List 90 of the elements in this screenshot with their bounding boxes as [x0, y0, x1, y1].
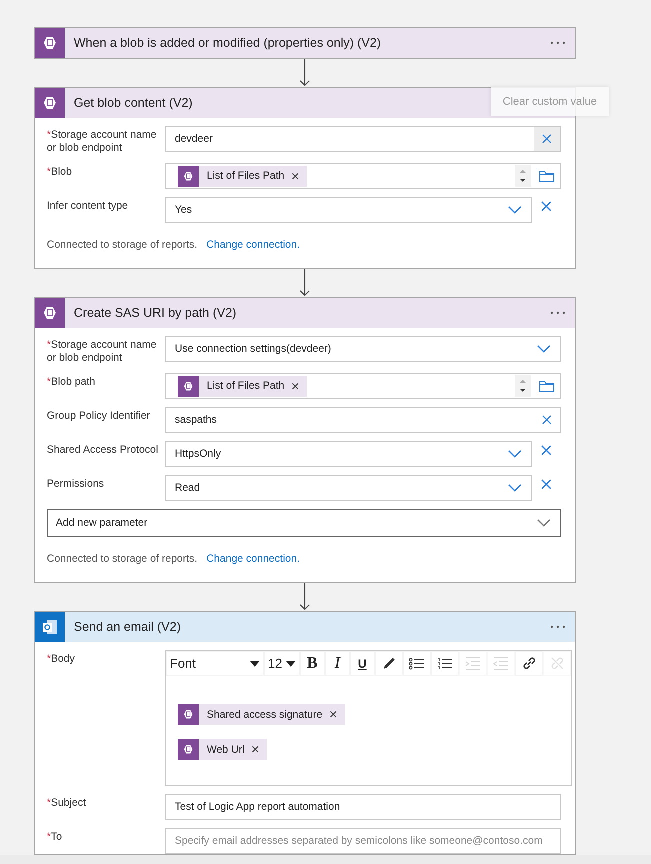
field-label: *Subject [47, 796, 88, 810]
chevron-icon [508, 450, 522, 458]
field-label: Shared Access Protocol [47, 443, 160, 457]
rich-text-editor[interactable]: Font 12 B I U Shared access signature Web Url [165, 650, 572, 786]
token-chip[interactable]: Shared access signature [178, 704, 345, 725]
token-field[interactable]: List of Files Path [165, 163, 561, 189]
field-label: *Storage account name or blob endpoint [47, 128, 158, 155]
add-parameter-dropdown[interactable]: Add new parameter [47, 509, 561, 537]
remove-icon[interactable] [330, 711, 337, 718]
numbers-button[interactable] [432, 652, 458, 675]
remove-icon[interactable] [292, 172, 299, 180]
token-field[interactable]: List of Files Path [165, 373, 561, 399]
text-field[interactable]: saspaths [165, 407, 561, 433]
field-label: Group Policy Identifier [47, 409, 152, 423]
flow-arrow [298, 59, 312, 87]
blob-icon [178, 739, 199, 760]
italic-button[interactable]: I [326, 652, 349, 675]
spinner-icon[interactable] [515, 165, 531, 187]
field-label: *Blob path [47, 375, 96, 389]
dropdown[interactable]: Use connection settings(devdeer) [165, 336, 561, 362]
clear-button[interactable] [534, 127, 560, 151]
bold-button[interactable]: B [301, 652, 324, 675]
clear-icon [542, 415, 552, 425]
numbered-list-icon [437, 656, 453, 670]
indent-icon [465, 656, 481, 670]
field-label: Infer content type [47, 199, 130, 213]
text-field[interactable]: devdeer [165, 126, 561, 152]
token-label: List of Files Path [207, 170, 285, 182]
blob-icon [178, 166, 199, 186]
clear-icon [541, 201, 552, 212]
unlink-icon [550, 656, 564, 671]
token-label: Shared access signature [207, 708, 323, 720]
clear-icon [542, 134, 552, 144]
field-label: *Body [47, 652, 76, 666]
folder-icon[interactable] [539, 380, 555, 392]
spinner-icon[interactable] [515, 375, 531, 397]
card-title: Send an email (V2) [73, 620, 182, 634]
caret-icon [250, 660, 260, 666]
change-connection-link[interactable]: Change connection. [206, 553, 300, 565]
chevron-icon [537, 345, 551, 353]
flow-arrow [298, 583, 312, 611]
chevron-icon [508, 484, 522, 492]
token-chip[interactable]: List of Files Path [178, 166, 307, 186]
more-icon[interactable] [550, 625, 566, 629]
link-icon [522, 656, 536, 671]
dropdown[interactable]: Read [165, 475, 532, 501]
chevron-icon [508, 206, 522, 214]
change-connection-link[interactable]: Change connection. [206, 239, 300, 251]
token-label: List of Files Path [207, 380, 285, 392]
folder-icon[interactable] [539, 170, 555, 182]
font-select[interactable]: Font [167, 652, 263, 675]
connection-text: Connected to storage of reports. [47, 553, 198, 565]
card-title: Get blob content (V2) [73, 96, 193, 110]
connection-text: Connected to storage of reports. [47, 239, 198, 251]
flow-arrow [298, 269, 312, 297]
remove-icon[interactable] [252, 746, 259, 753]
underline-button[interactable]: U [351, 652, 374, 675]
pen-icon [382, 656, 396, 671]
card-header[interactable]: Send an email (V2) [35, 612, 575, 642]
field-label: Permissions [47, 477, 106, 491]
blob-icon [178, 376, 199, 396]
clear-icon [541, 445, 552, 456]
token-chip[interactable]: Web Url [178, 739, 267, 760]
token-label: Web Url [207, 744, 245, 756]
more-icon[interactable] [550, 311, 566, 315]
card-header[interactable]: Create SAS URI by path (V2) [35, 298, 575, 328]
token-chip[interactable]: List of Files Path [178, 376, 307, 396]
field-label: *Blob [47, 165, 74, 179]
field-label: *Storage account name or blob endpoint [47, 338, 158, 365]
email-field[interactable]: Specify email addresses separated by semicolons like someone@contoso.com [165, 828, 561, 854]
text-field[interactable]: Test of Logic App report automation [165, 794, 561, 820]
more-icon[interactable] [550, 41, 566, 45]
card-title: When a blob is added or modified (properties only) (V2) [73, 36, 382, 50]
remove-icon[interactable] [292, 382, 299, 390]
size-select[interactable]: 12 [265, 652, 299, 675]
card-title: Create SAS URI by path (V2) [73, 306, 237, 320]
outdent-icon [493, 656, 509, 670]
link-button[interactable] [516, 652, 542, 675]
caret-icon [286, 660, 296, 666]
tooltip: Clear custom value [491, 87, 609, 116]
bulleted-list-icon [409, 656, 425, 670]
field-label: *To [47, 830, 64, 844]
dropdown[interactable]: HttpsOnly [165, 441, 532, 467]
dropdown[interactable]: Yes [165, 197, 532, 223]
card-header[interactable]: When a blob is added or modified (properties only) (V2) [35, 28, 575, 58]
chevron-icon [537, 519, 551, 527]
blob-icon [178, 704, 199, 725]
clear-icon [541, 479, 552, 490]
color-button[interactable] [376, 652, 402, 675]
bullets-button[interactable] [404, 652, 430, 675]
